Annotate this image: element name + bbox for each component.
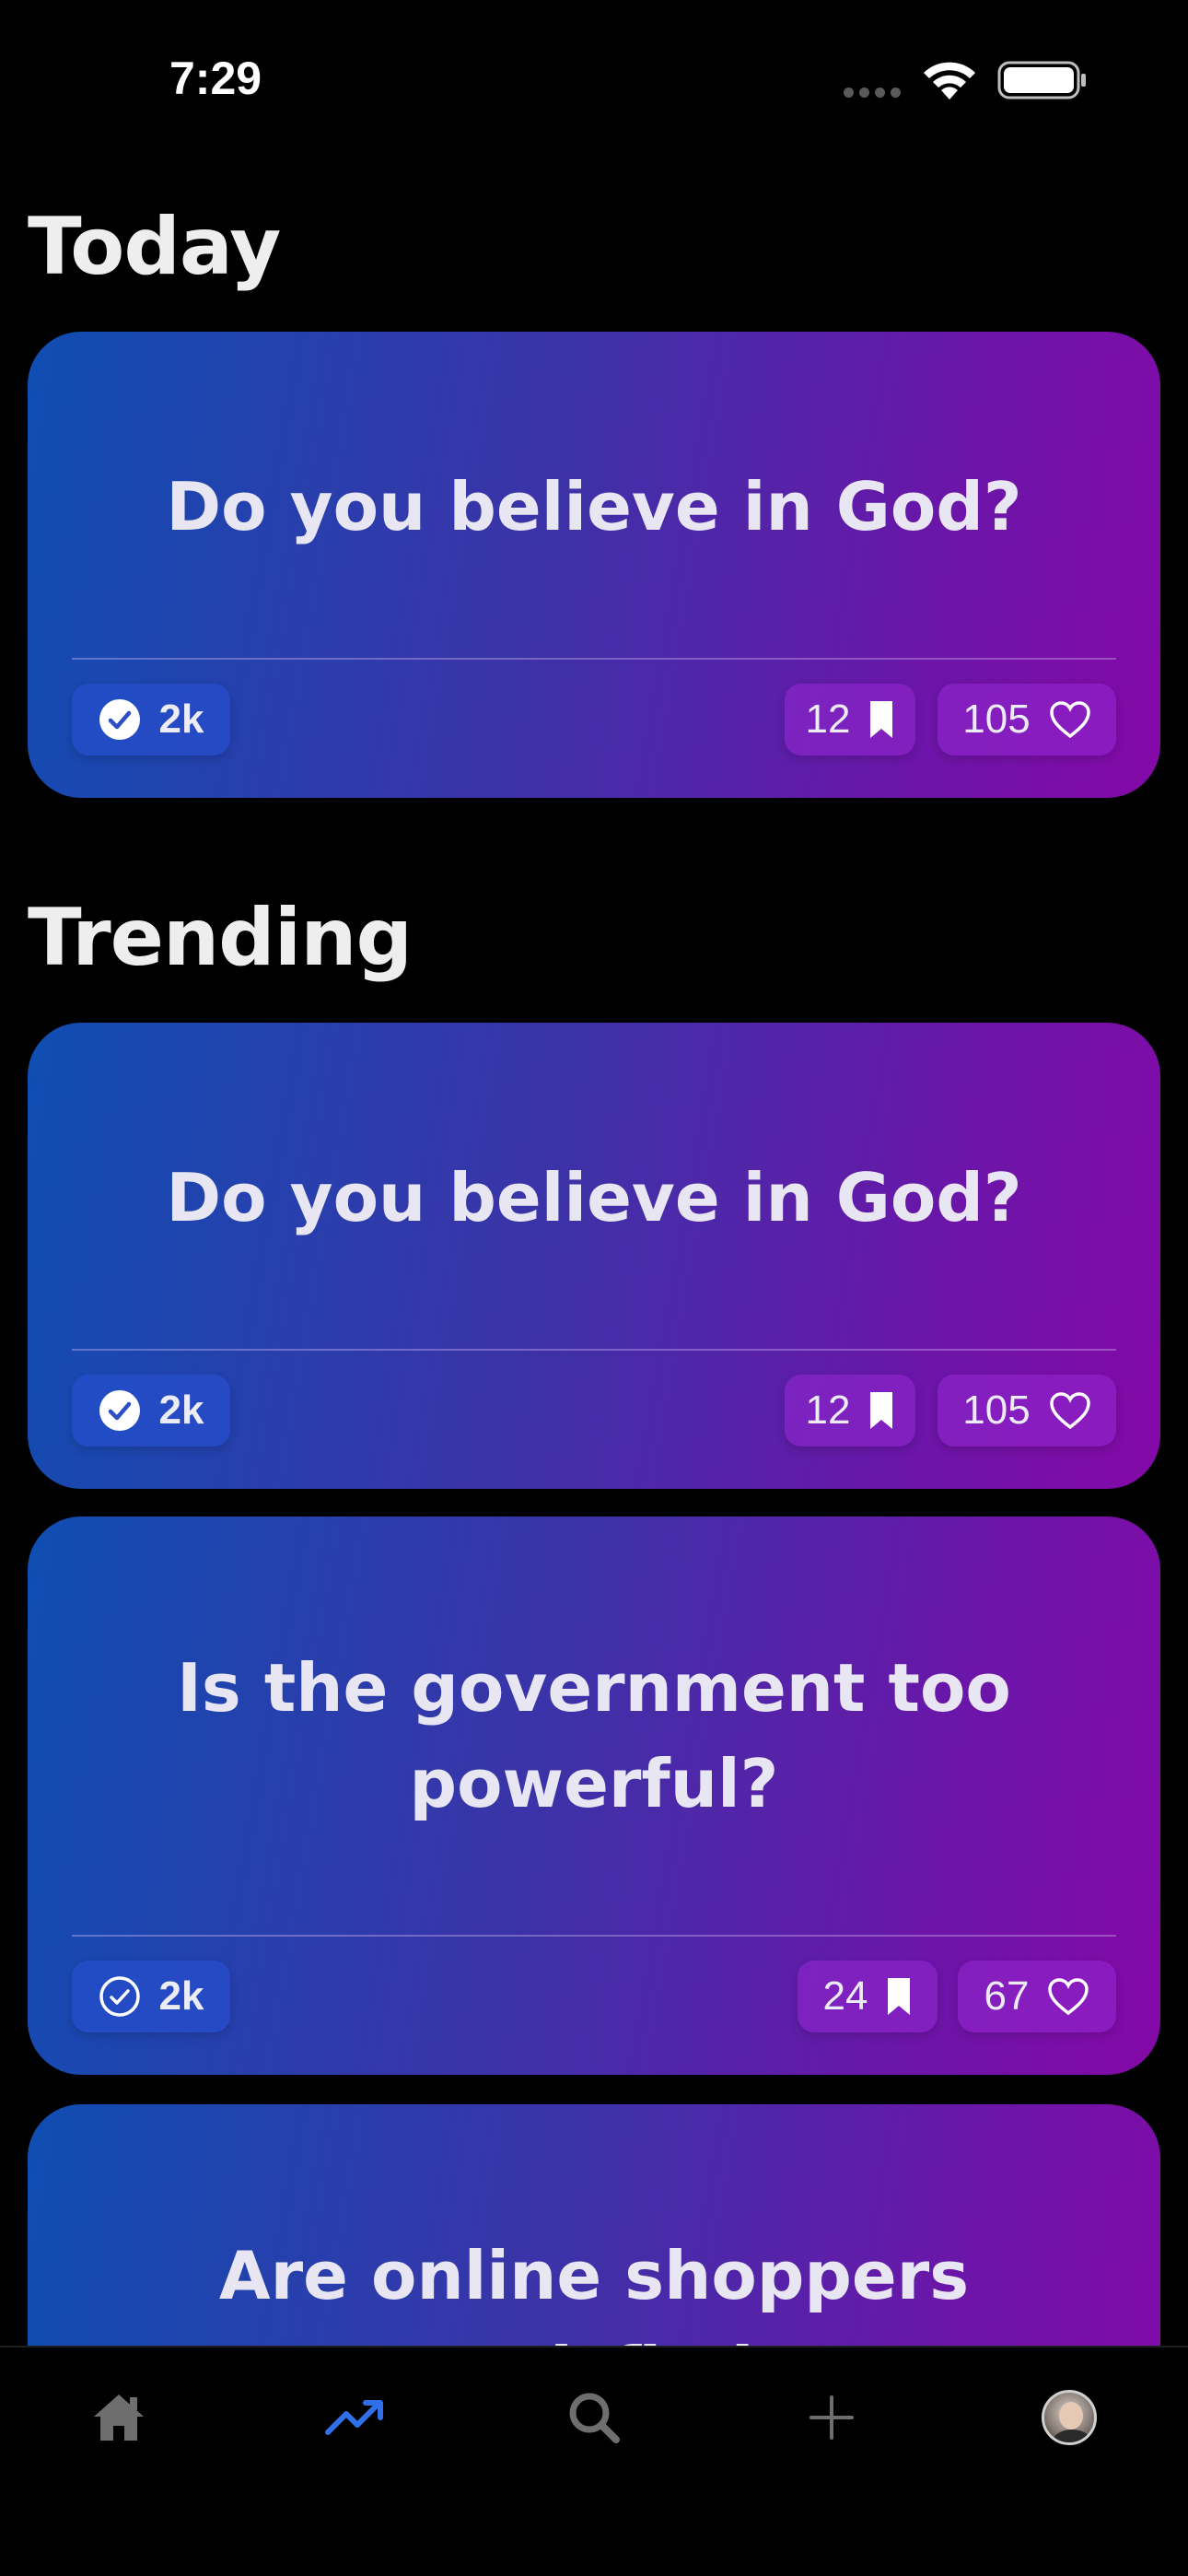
trending-icon xyxy=(325,2400,383,2435)
avatar xyxy=(1042,2390,1097,2445)
card-question: Do you believe in God? xyxy=(166,468,1022,545)
card-divider xyxy=(72,1935,1116,1937)
bookmark-button[interactable]: 12 xyxy=(785,1375,915,1446)
trending-heading: Trending xyxy=(28,892,413,984)
answers-count: 2k xyxy=(158,1973,204,2019)
tab-bar xyxy=(0,2346,1188,2576)
bookmark-count: 24 xyxy=(822,1973,868,2019)
like-button[interactable]: 105 xyxy=(938,684,1116,755)
like-count: 105 xyxy=(962,697,1031,742)
status-time: 7:29 xyxy=(169,53,262,104)
tab-profile[interactable] xyxy=(1028,2381,1111,2454)
bookmark-button[interactable]: 12 xyxy=(785,684,915,755)
today-heading: Today xyxy=(28,201,281,293)
battery-icon xyxy=(997,61,1086,100)
app-screen: 7:29 Today Do you believe in God? 2k 12 xyxy=(0,0,1188,2576)
like-count: 67 xyxy=(984,1973,1030,2019)
heart-icon xyxy=(1049,701,1090,739)
check-circle-filled-icon xyxy=(99,699,140,740)
tab-create[interactable] xyxy=(790,2381,873,2454)
plus-icon xyxy=(809,2395,854,2440)
like-count: 105 xyxy=(962,1388,1031,1433)
bookmark-icon xyxy=(870,1392,893,1429)
tab-home[interactable] xyxy=(77,2381,160,2454)
answers-count: 2k xyxy=(158,1388,204,1433)
question-card-today[interactable]: Do you believe in God? 2k 12 105 xyxy=(28,332,1160,798)
like-button[interactable]: 105 xyxy=(938,1375,1116,1446)
answers-count: 2k xyxy=(158,697,204,742)
home-icon xyxy=(94,2395,144,2441)
card-divider xyxy=(72,658,1116,660)
answers-count-button[interactable]: 2k xyxy=(72,1375,230,1446)
tab-trending[interactable] xyxy=(314,2381,397,2454)
answers-count-button[interactable]: 2k xyxy=(72,1961,230,2032)
card-question: Is the government too powerful? xyxy=(177,1649,1011,1822)
bookmark-button[interactable]: 24 xyxy=(798,1961,938,2032)
card-divider xyxy=(72,1349,1116,1351)
heart-icon xyxy=(1048,1978,1089,2016)
question-card-trending-1[interactable]: Do you believe in God? 2k 12 105 xyxy=(28,1023,1160,1489)
check-circle-filled-icon xyxy=(99,1390,140,1431)
search-icon xyxy=(569,2393,620,2443)
bookmark-icon xyxy=(870,701,893,738)
check-circle-outline-icon xyxy=(99,1976,140,2017)
heart-icon xyxy=(1049,1392,1090,1430)
answers-count-button[interactable]: 2k xyxy=(72,684,230,755)
bookmark-count: 12 xyxy=(805,1388,851,1433)
tab-search[interactable] xyxy=(553,2381,635,2454)
signal-icon xyxy=(844,88,901,98)
bookmark-icon xyxy=(888,1978,911,2015)
card-question: Do you believe in God? xyxy=(166,1159,1022,1236)
bookmark-count: 12 xyxy=(805,697,851,742)
like-button[interactable]: 67 xyxy=(958,1961,1116,2032)
wifi-icon xyxy=(924,62,975,100)
question-card-trending-2[interactable]: Is the government too powerful? 2k 24 67 xyxy=(28,1516,1160,2075)
